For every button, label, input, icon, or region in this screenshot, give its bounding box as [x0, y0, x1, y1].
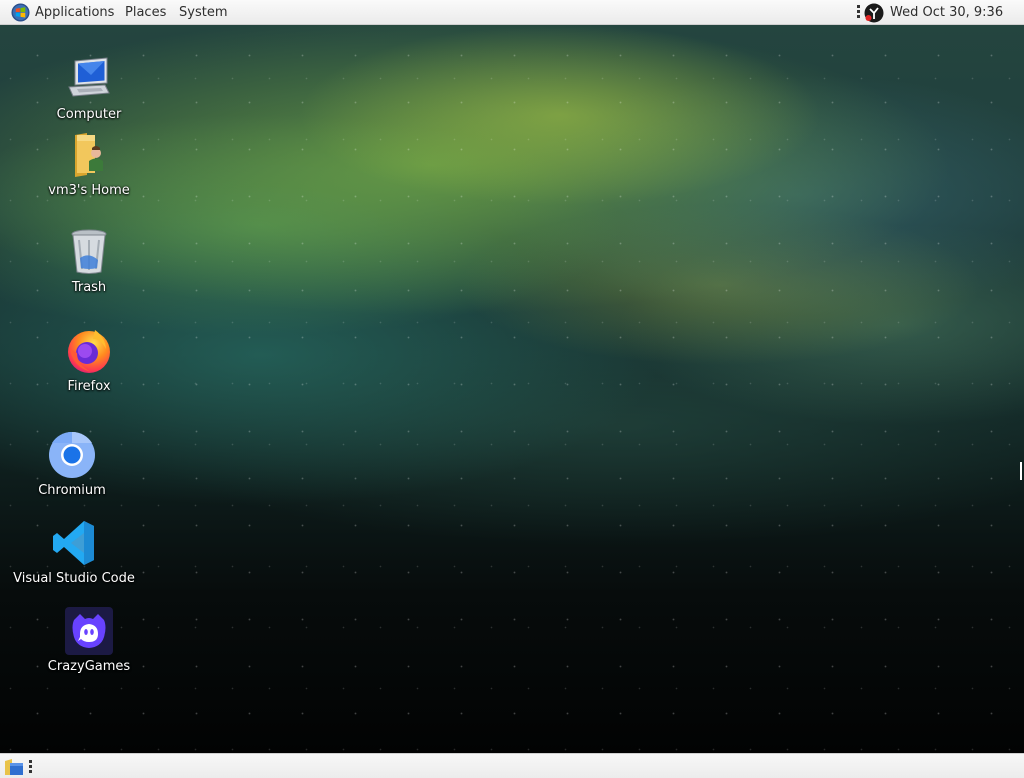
- desktop-icon-chromium[interactable]: Chromium: [7, 431, 137, 498]
- desktop-icon-label: vm3's Home: [48, 183, 130, 198]
- firefox-icon: [68, 330, 110, 373]
- chromium-icon: [49, 431, 95, 478]
- desktop-icon-label: CrazyGames: [47, 659, 131, 674]
- desktop-icon-label: Visual Studio Code: [13, 571, 135, 586]
- vscode-icon: [53, 521, 94, 565]
- desktop-icon-computer[interactable]: Computer: [24, 55, 154, 122]
- desktop-icon-label: Trash: [71, 280, 107, 295]
- menu-system[interactable]: System: [179, 0, 227, 25]
- menu-places[interactable]: Places: [125, 0, 166, 25]
- desktop: Computer vm3's Home Trash Firefox Chromi…: [0, 25, 1024, 753]
- desktop-icon-trash[interactable]: Trash: [24, 228, 154, 295]
- desktop-icon-label: Computer: [56, 107, 122, 122]
- trash-icon: [71, 229, 107, 274]
- computer-icon: [68, 57, 110, 97]
- crazygames-icon: [65, 607, 113, 655]
- desktop-icon-label: Chromium: [38, 483, 106, 498]
- desktop-icon-firefox[interactable]: Firefox: [24, 327, 154, 394]
- show-desktop-icon[interactable]: [4, 758, 24, 776]
- desktop-icon-vscode[interactable]: Visual Studio Code: [9, 519, 139, 586]
- notification-icon[interactable]: [864, 3, 884, 23]
- applications-logo-icon[interactable]: [11, 3, 30, 22]
- mouse-cursor-icon: [1020, 462, 1022, 480]
- top-panel: Applications Places System Wed Oct 30, 9…: [0, 0, 1024, 46]
- panel-handle-icon[interactable]: [857, 5, 860, 20]
- desktop-icon-label: Firefox: [67, 379, 111, 394]
- menu-applications[interactable]: Applications: [35, 0, 114, 25]
- bottom-panel: [0, 753, 1024, 778]
- desktop-icon-home[interactable]: vm3's Home: [24, 131, 154, 198]
- desktop-icon-crazygames[interactable]: CrazyGames: [24, 607, 154, 674]
- panel-handle-icon[interactable]: [29, 760, 32, 775]
- home-folder-icon: [75, 133, 103, 177]
